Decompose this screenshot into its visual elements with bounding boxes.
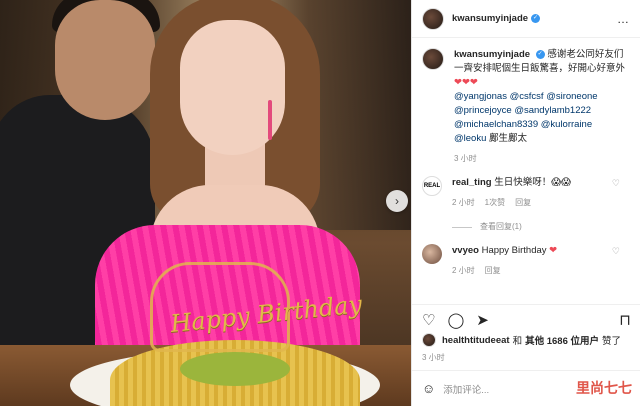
mention-link[interactable]: @yangjonas [454, 91, 507, 102]
like-heart-icon[interactable]: ♡ [422, 311, 435, 329]
heart-emoji: ❤ [549, 245, 558, 256]
view-replies-link[interactable]: 查看回复(1) [452, 220, 630, 234]
comment-text: 生日快樂呀！😱😱 [494, 177, 572, 188]
mention-link[interactable]: @sironeone [546, 91, 597, 102]
chevron-right-icon: › [395, 194, 399, 208]
comment-like-heart-icon[interactable]: ♡ [612, 246, 620, 257]
comment-bubble-icon[interactable]: ◯ [447, 311, 464, 329]
more-options-icon[interactable]: … [617, 12, 630, 26]
comment: vvyeo Happy Birthday ❤ 2 小时 回复 ♡ [422, 244, 630, 278]
emoji-icon[interactable]: ☺ [422, 381, 435, 396]
mention-link[interactable]: @leoku [454, 133, 486, 144]
post-actions-bar: ♡ ◯ ➤ ⊓ [412, 304, 640, 334]
likes-summary: healthtitudeeat 和 其他 1686 位用户 赞了 [422, 333, 621, 347]
post-header: kwansumyinjade ✓ … [412, 0, 640, 38]
comment-time[interactable]: 2 小时 [452, 264, 475, 278]
replies-divider [452, 226, 472, 228]
comment: REAL real_ting 生日快樂呀！😱😱 2 小时 1次赞 回复 查看回复… [422, 176, 630, 234]
likes-others-link[interactable]: 其他 1686 位用户 [525, 333, 599, 347]
post-side-panel: kwansumyinjade ✓ … kwansumyinjade ✓ 感谢老公… [411, 0, 640, 406]
mention-link[interactable]: @kulorraine [541, 119, 592, 130]
reply-button[interactable]: 回复 [515, 196, 531, 210]
comments-list: kwansumyinjade ✓ 感谢老公同好友们一齊安排呢個生日飯驚喜，好開心… [412, 38, 640, 278]
heart-emoji: ❤❤❤ [454, 77, 478, 88]
photo-earring [268, 100, 272, 140]
share-send-icon[interactable]: ➤ [476, 311, 489, 329]
liker-username[interactable]: healthtitudeeat [442, 335, 510, 346]
mention-link[interactable]: @sandylamb1222 [514, 105, 591, 116]
caption-tail: 鄺生鄺太 [489, 133, 528, 144]
verified-badge-icon: ✓ [535, 49, 545, 59]
bookmark-icon[interactable]: ⊓ [619, 311, 631, 329]
comment-like-count[interactable]: 1次赞 [485, 196, 505, 210]
watermark: 里尚七七 [576, 381, 632, 397]
post-photo[interactable]: Happy Birthday › [0, 0, 411, 406]
photo-cake-top [180, 352, 290, 386]
caption-username[interactable]: kwansumyinjade [454, 49, 530, 60]
add-comment-input[interactable]: 添加评论... [443, 382, 489, 396]
comment-text: Happy Birthday [481, 245, 547, 256]
likes-suffix: 赞了 [602, 336, 622, 347]
caption: kwansumyinjade ✓ 感谢老公同好友们一齊安排呢個生日飯驚喜，好開心… [422, 48, 630, 166]
author-username[interactable]: kwansumyinjade [452, 13, 528, 24]
commenter-avatar[interactable]: REAL [422, 176, 442, 196]
commenter-username[interactable]: vvyeo [452, 245, 479, 256]
mention-link[interactable]: @csfcsf [510, 91, 544, 102]
commenter-username[interactable]: real_ting [452, 177, 492, 188]
reply-button[interactable]: 回复 [485, 264, 501, 278]
commenter-avatar[interactable] [422, 244, 442, 264]
next-photo-button[interactable]: › [386, 190, 408, 212]
view-replies-label: 查看回复(1) [480, 222, 522, 231]
comment-like-heart-icon[interactable]: ♡ [612, 178, 620, 189]
mention-link[interactable]: @michaelchan8339 [454, 119, 538, 130]
liker-avatar[interactable] [422, 333, 436, 347]
photo-man-head [55, 0, 155, 120]
post-timestamp[interactable]: 3 小时 [422, 352, 445, 363]
comment-time[interactable]: 2 小时 [452, 196, 475, 210]
caption-avatar[interactable] [422, 48, 444, 70]
verified-badge-icon: ✓ [531, 14, 541, 23]
caption-time[interactable]: 3 小时 [454, 152, 477, 166]
likes-connector: 和 [512, 336, 523, 347]
author-avatar[interactable] [422, 7, 444, 30]
mention-link[interactable]: @princejoyce [454, 105, 512, 116]
